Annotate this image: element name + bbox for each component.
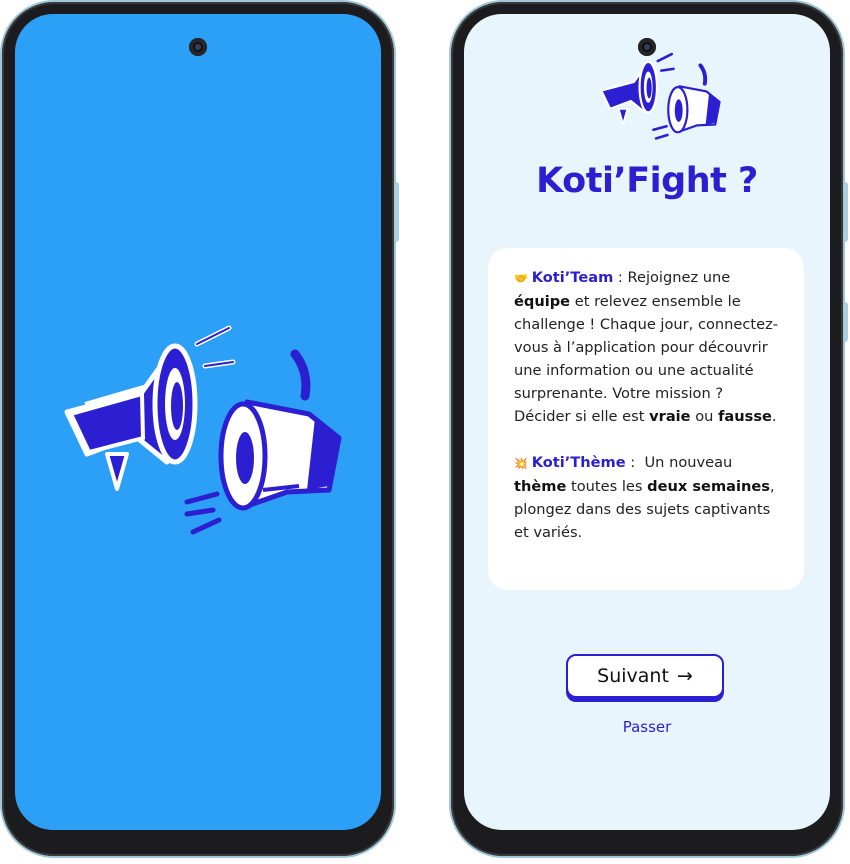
side-button bbox=[395, 182, 399, 242]
info-card: 🤝 Koti’Team : Rejoignez une équipe et rel… bbox=[488, 248, 804, 590]
front-camera bbox=[638, 38, 656, 56]
next-button-label: Suivant bbox=[597, 665, 669, 687]
onboarding-screen: Koti’Fight ? 🤝 Koti’Team : Rejoignez une … bbox=[464, 14, 830, 830]
front-camera bbox=[189, 38, 207, 56]
burst-icon: 💥 bbox=[514, 457, 528, 470]
theme-text: toutes les bbox=[566, 478, 648, 495]
phone-frame-onboarding: Koti’Fight ? 🤝 Koti’Team : Rejoignez une … bbox=[451, 2, 848, 856]
separator: : bbox=[613, 269, 628, 286]
team-text: ou bbox=[690, 408, 719, 425]
arrow-right-icon: → bbox=[676, 665, 693, 687]
team-bold-text: fausse bbox=[718, 408, 772, 425]
separator: : bbox=[625, 454, 645, 471]
theme-label: Koti’Thème bbox=[531, 454, 626, 471]
megaphones-icon bbox=[64, 325, 342, 535]
team-bold-text: équipe bbox=[514, 293, 571, 310]
side-button bbox=[844, 182, 848, 242]
phone-frame-splash bbox=[2, 2, 399, 856]
side-button bbox=[844, 302, 848, 342]
handshake-icon: 🤝 bbox=[514, 272, 528, 285]
team-paragraph: 🤝 Koti’Team : Rejoignez une équipe et rel… bbox=[514, 266, 784, 428]
splash-screen bbox=[15, 14, 381, 830]
team-text: et relevez ensemble le challenge ! Chaqu… bbox=[514, 293, 779, 425]
team-label: Koti’Team bbox=[531, 269, 614, 286]
page-title: Koti’Fight ? bbox=[536, 161, 758, 201]
team-bold-text: vraie bbox=[649, 408, 691, 425]
megaphones-icon bbox=[600, 52, 721, 140]
next-button[interactable]: Suivant → bbox=[566, 654, 724, 698]
theme-bold-text: deux semaines bbox=[647, 478, 770, 495]
theme-bold-text: thème bbox=[514, 478, 567, 495]
team-text: Rejoignez une bbox=[627, 269, 731, 286]
theme-text: Un nouveau bbox=[644, 454, 733, 471]
team-text: . bbox=[771, 408, 777, 425]
theme-paragraph: 💥 Koti’Thème : Un nouveau thème toutes le… bbox=[514, 451, 784, 544]
skip-link[interactable]: Passer bbox=[464, 718, 830, 736]
